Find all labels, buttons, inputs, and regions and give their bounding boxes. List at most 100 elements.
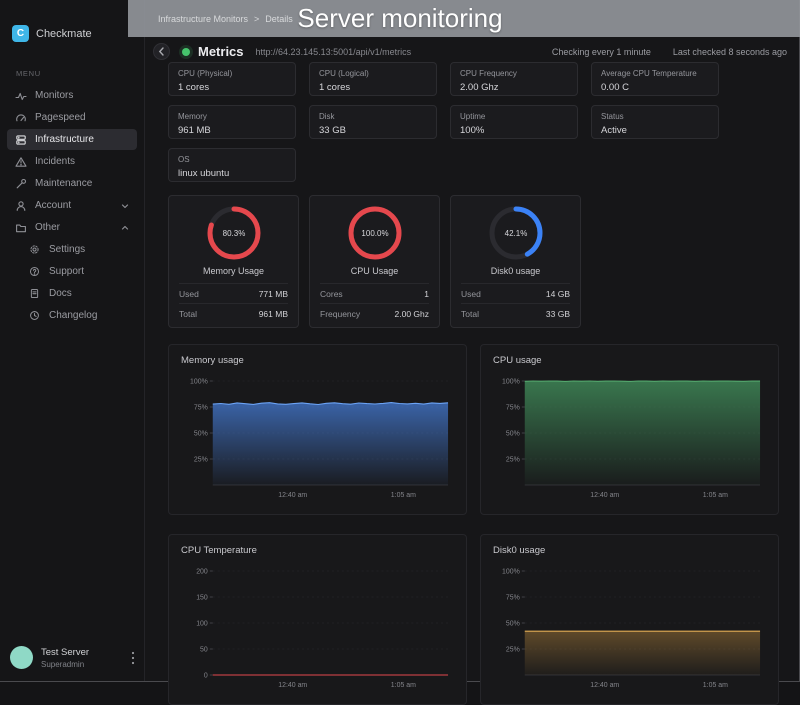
- incidents-icon: [15, 156, 27, 168]
- gauge-label: Memory Usage: [179, 266, 288, 276]
- svg-text:1:05 am: 1:05 am: [703, 682, 728, 689]
- sidebar-item-monitors[interactable]: Monitors: [7, 85, 137, 106]
- gauge-row-value: 961 MB: [259, 309, 288, 319]
- sidebar-item-label: Docs: [49, 288, 72, 299]
- status-dot-icon: [182, 48, 190, 56]
- user-role: Superadmin: [41, 660, 89, 669]
- svg-text:200: 200: [196, 568, 208, 575]
- chevron-down-icon: [121, 202, 129, 210]
- stat-value: 2.00 Ghz: [460, 82, 568, 93]
- svg-text:1:05 am: 1:05 am: [391, 492, 416, 499]
- svg-text:1:05 am: 1:05 am: [703, 492, 728, 499]
- metrics-content: CPU (Physical) 1 cores CPU (Logical) 1 c…: [168, 62, 780, 705]
- chart-title: Disk0 usage: [493, 545, 766, 556]
- back-button[interactable]: [153, 43, 170, 60]
- sidebar-item-infrastructure[interactable]: Infrastructure: [7, 129, 137, 150]
- infrastructure-icon: [15, 134, 27, 146]
- gauge-row: Cores 1: [320, 283, 429, 303]
- stat-card-memory: Memory 961 MB: [168, 105, 296, 139]
- stat-label: Uptime: [460, 112, 568, 121]
- chart-card-memory-usage: Memory usage 100%75%50%25%12:40 am1:05 a…: [168, 344, 467, 515]
- help-icon: [29, 266, 41, 278]
- sidebar-item-incidents[interactable]: Incidents: [7, 151, 137, 172]
- pagespeed-icon: [15, 112, 27, 124]
- svg-text:25%: 25%: [506, 646, 520, 653]
- gauge-row: Used 14 GB: [461, 283, 570, 303]
- svg-text:50%: 50%: [506, 620, 520, 627]
- stat-value: linux ubuntu: [178, 168, 286, 179]
- maintenance-icon: [15, 178, 27, 190]
- svg-text:100%: 100%: [502, 568, 520, 575]
- gauge-row-key: Used: [461, 289, 481, 299]
- check-status: Checking every 1 minute Last checked 8 s…: [552, 47, 787, 57]
- svg-text:12:40 am: 12:40 am: [590, 682, 619, 689]
- gauge-card-memory-usage: 80.3% Memory Usage Used 771 MB Total 961…: [168, 195, 299, 328]
- sidebar-item-account[interactable]: Account: [7, 195, 137, 216]
- gauge-row-value: 771 MB: [259, 289, 288, 299]
- sidebar-item-label: Infrastructure: [35, 134, 94, 145]
- last-checked: Last checked 8 seconds ago: [673, 47, 787, 57]
- breadcrumb-separator: >: [254, 14, 259, 24]
- gauge-row-value: 1: [424, 289, 429, 299]
- stat-label: Status: [601, 112, 709, 121]
- svg-text:25%: 25%: [506, 456, 520, 463]
- stat-card-cpu-logical: CPU (Logical) 1 cores: [309, 62, 437, 96]
- svg-text:80.3%: 80.3%: [222, 229, 245, 238]
- monitors-icon: [15, 90, 27, 102]
- folder-icon: [15, 222, 27, 234]
- gauge-row-key: Used: [179, 289, 199, 299]
- disk0-usage-chart: 100% 75% 50% 25% 12:40 am 1:05 am: [493, 563, 766, 695]
- monitor-url: http://64.23.145.13:5001/api/v1/metrics: [256, 47, 412, 57]
- chart-grid: Memory usage 100% 75% 50% 25% 12:40 am 1:05 a…: [168, 344, 780, 705]
- stat-label: Average CPU Temperature: [601, 69, 709, 78]
- gauge-row: Total 961 MB: [179, 303, 288, 323]
- svg-text:25%: 25%: [194, 456, 208, 463]
- gauge-row-value: 2.00 Ghz: [395, 309, 430, 319]
- clock-icon: [29, 310, 41, 322]
- stat-card-cpu-physical: CPU (Physical) 1 cores: [168, 62, 296, 96]
- gauge-row-value: 33 GB: [546, 309, 570, 319]
- sidebar-item-pagespeed[interactable]: Pagespeed: [7, 107, 137, 128]
- sidebar-item-docs[interactable]: Docs: [21, 283, 137, 304]
- breadcrumb-item[interactable]: Details: [265, 14, 293, 24]
- svg-text:100.0%: 100.0%: [361, 229, 388, 238]
- svg-text:75%: 75%: [506, 594, 520, 601]
- app-logo[interactable]: C Checkmate: [12, 25, 132, 42]
- gauge-row-key: Total: [461, 309, 479, 319]
- account-icon: [15, 200, 27, 212]
- sidebar-nav: Monitors Pagespeed Infrastructure Incide…: [0, 85, 144, 326]
- sidebar-item-label: Support: [49, 266, 84, 277]
- svg-text:12:40 am: 12:40 am: [590, 492, 619, 499]
- stat-value: 1 cores: [178, 82, 286, 93]
- chart-card-cpu-temperature: CPU Temperature 20015010050012:40 am1:05…: [168, 534, 467, 705]
- chart-title: Memory usage: [181, 355, 454, 366]
- stat-value: 33 GB: [319, 125, 427, 136]
- memory-usage-gauge: 80.3%: [206, 205, 262, 261]
- sidebar-item-label: Settings: [49, 244, 85, 255]
- stat-card-os: OS linux ubuntu: [168, 148, 296, 182]
- checkmate-logo-icon: C: [12, 25, 29, 42]
- stat-label: OS: [178, 155, 286, 164]
- breadcrumb-item[interactable]: Infrastructure Monitors: [158, 14, 248, 24]
- main-content: Metrics http://64.23.145.13:5001/api/v1/…: [145, 0, 799, 681]
- avatar: [10, 646, 33, 669]
- user-profile[interactable]: Test Server Superadmin: [10, 646, 138, 669]
- gauge-row-key: Cores: [320, 289, 343, 299]
- svg-text:50%: 50%: [194, 430, 208, 437]
- sidebar-item-changelog[interactable]: Changelog: [21, 305, 137, 326]
- user-info: Test Server Superadmin: [41, 647, 89, 669]
- sidebar-item-other[interactable]: Other: [7, 217, 137, 238]
- gauge-row: Total 33 GB: [461, 303, 570, 323]
- sidebar-item-support[interactable]: Support: [21, 261, 137, 282]
- sidebar-item-settings[interactable]: Settings: [21, 239, 137, 260]
- gauge-cards: 80.3% Memory Usage Used 771 MB Total 961…: [168, 195, 780, 328]
- gauge-card-disk0-usage: 42.1% Disk0 usage Used 14 GB Total 33 GB: [450, 195, 581, 328]
- sidebar-item-maintenance[interactable]: Maintenance: [7, 173, 137, 194]
- svg-text:42.1%: 42.1%: [504, 229, 527, 238]
- svg-text:100: 100: [196, 620, 208, 627]
- app-name: Checkmate: [36, 28, 92, 40]
- gauge-label: Disk0 usage: [461, 266, 570, 276]
- gear-icon: [29, 244, 41, 256]
- cpu-temperature-chart: 20015010050012:40 am1:05 am: [181, 563, 454, 695]
- user-menu-icon[interactable]: [128, 648, 138, 668]
